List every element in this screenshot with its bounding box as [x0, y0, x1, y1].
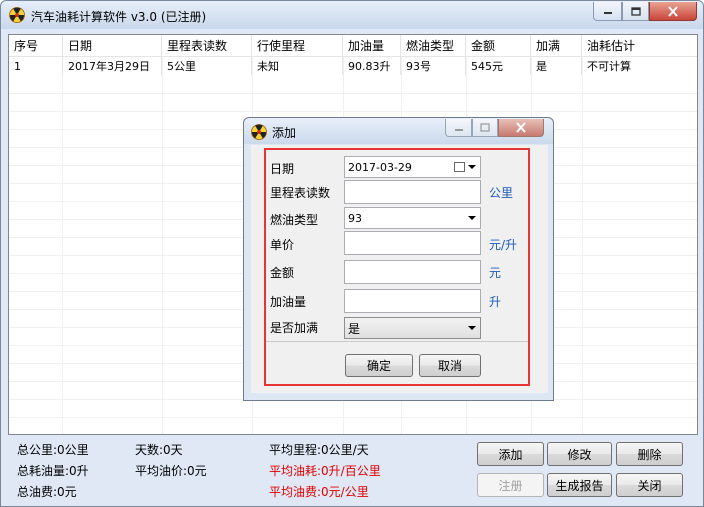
col-header-distance[interactable]: 行使里程 — [252, 35, 343, 56]
app-icon — [9, 7, 25, 23]
dialog-title-bar[interactable]: 添加 — [244, 118, 553, 144]
add-button[interactable]: 添加 — [477, 442, 544, 466]
date-picker[interactable]: 2017-03-29 — [344, 156, 481, 178]
stat-avg-cost: 平均油费:0元/公里 — [269, 485, 369, 499]
price-input[interactable] — [344, 231, 481, 255]
cell-fuel-type: 93号 — [401, 57, 466, 75]
dialog-app-icon — [251, 124, 267, 140]
close-icon — [516, 122, 526, 133]
list-header: 序号 日期 里程表读数 行使里程 加油量 燃油类型 金额 加满 油耗估计 — [9, 35, 697, 57]
stat-avg-consumption: 平均油耗:0升/百公里 — [269, 464, 381, 478]
full-tank-label: 是否加满 — [270, 321, 319, 335]
stat-total-km: 总公里:0公里 — [17, 443, 89, 457]
full-tank-select[interactable]: 是 — [344, 317, 481, 339]
maximize-icon — [480, 123, 490, 132]
stat-avg-mileage: 平均里程:0公里/天 — [269, 443, 369, 457]
fuel-type-label: 燃油类型 — [270, 213, 319, 227]
chevron-down-icon — [468, 326, 476, 330]
price-label: 单价 — [270, 238, 295, 252]
col-header-estimate[interactable]: 油耗估计 — [582, 35, 697, 56]
fuel-type-select[interactable]: 93 — [344, 207, 481, 229]
chevron-down-icon — [468, 165, 476, 169]
amount-label: 金额 — [270, 266, 295, 280]
calendar-icon — [454, 162, 465, 172]
date-label: 日期 — [270, 162, 295, 176]
col-header-amount[interactable]: 金额 — [466, 35, 531, 56]
col-header-fuel-type[interactable]: 燃油类型 — [401, 35, 466, 56]
table-row[interactable]: 1 2017年3月29日 5公里 未知 90.83升 93号 545元 是 不可… — [9, 57, 697, 75]
cell-estimate: 不可计算 — [587, 60, 631, 73]
amount-unit: 元 — [489, 266, 502, 280]
edit-button[interactable]: 修改 — [547, 442, 612, 466]
odometer-unit: 公里 — [489, 186, 514, 200]
cell-volume: 90.83升 — [343, 57, 401, 75]
col-header-index[interactable]: 序号 — [9, 35, 63, 56]
col-header-odometer[interactable]: 里程表读数 — [162, 35, 252, 56]
register-button[interactable]: 注册 — [477, 473, 544, 497]
cell-index: 1 — [9, 57, 63, 75]
minimize-icon — [603, 12, 612, 14]
cell-amount: 545元 — [466, 57, 531, 75]
title-bar[interactable]: 汽车油耗计算软件 v3.0 (已注册) — [1, 1, 703, 29]
odometer-label: 里程表读数 — [270, 186, 331, 200]
grid-line — [162, 57, 163, 434]
dialog-close-button[interactable] — [498, 119, 544, 137]
col-header-volume[interactable]: 加油量 — [343, 35, 401, 56]
minimize-button[interactable] — [593, 2, 622, 21]
generate-report-button[interactable]: 生成报告 — [547, 473, 612, 497]
close-icon — [668, 5, 678, 17]
volume-label: 加油量 — [270, 295, 307, 309]
cancel-button[interactable]: 取消 — [419, 354, 481, 377]
dialog-title: 添加 — [272, 126, 297, 140]
grid-line — [9, 111, 697, 112]
cell-date: 2017年3月29日 — [63, 57, 162, 75]
stat-days: 天数:0天 — [135, 443, 183, 457]
cell-odometer: 5公里 — [162, 57, 252, 75]
chevron-down-icon — [468, 216, 476, 220]
full-tank-value: 是 — [348, 321, 361, 336]
cell-full: 是 — [531, 57, 582, 75]
col-header-date[interactable]: 日期 — [63, 35, 162, 56]
ok-button[interactable]: 确定 — [345, 354, 413, 377]
maximize-icon — [630, 6, 641, 16]
dialog-separator — [266, 341, 528, 342]
odometer-input[interactable] — [344, 180, 481, 204]
window-title: 汽车油耗计算软件 v3.0 (已注册) — [31, 10, 207, 24]
minimize-icon — [454, 128, 463, 131]
date-value: 2017-03-29 — [348, 160, 412, 174]
stat-avg-price: 平均油价:0元 — [135, 464, 207, 478]
col-header-full[interactable]: 加满 — [531, 35, 582, 56]
dialog-minimize-button[interactable] — [445, 119, 472, 137]
dialog-maximize-button[interactable] — [472, 119, 498, 137]
stat-total-cost: 总油费:0元 — [17, 485, 77, 499]
close-button[interactable] — [649, 2, 697, 21]
delete-button[interactable]: 删除 — [616, 442, 683, 466]
fuel-type-value: 93 — [348, 211, 362, 225]
stat-total-fuel: 总耗油量:0升 — [17, 464, 89, 478]
grid-line — [582, 57, 583, 434]
amount-input[interactable] — [344, 260, 481, 284]
volume-input[interactable] — [344, 289, 481, 313]
grid-line — [9, 93, 697, 94]
close-app-button[interactable]: 关闭 — [616, 473, 683, 497]
maximize-button[interactable] — [622, 2, 649, 21]
price-unit: 元/升 — [489, 238, 518, 252]
grid-line — [9, 417, 697, 418]
cell-distance: 未知 — [252, 57, 343, 75]
volume-unit: 升 — [489, 295, 502, 309]
